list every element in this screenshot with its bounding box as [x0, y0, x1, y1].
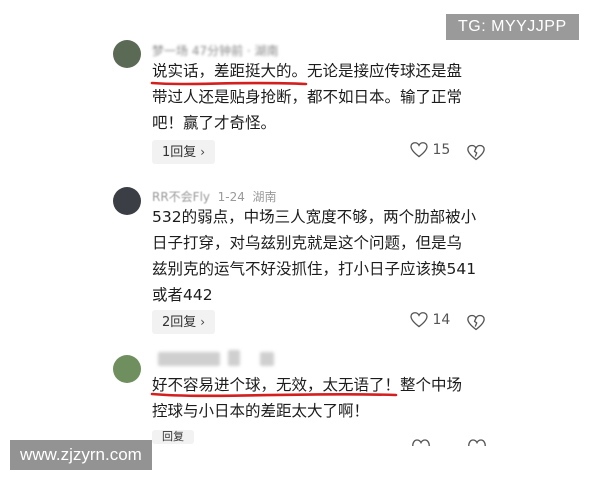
dislike-button[interactable]	[467, 142, 485, 161]
chevron-right-icon: ›	[200, 315, 206, 329]
like-button[interactable]: 15	[410, 142, 450, 158]
comment-line: 日子打穿，对乌兹别克就是这个问题，但是乌	[152, 234, 463, 252]
heart-icon[interactable]	[412, 434, 430, 453]
avatar[interactable]	[113, 40, 141, 68]
avatar[interactable]	[113, 187, 141, 215]
watermark-top: TG: MYYJJPP	[446, 14, 579, 40]
replies-button[interactable]: 2回复 ›	[152, 310, 216, 334]
comment-body: 说实话，差距挺大的。无论是接应传球还是盘 带过人还是贴身抢断，都不如日本。输了正…	[152, 58, 462, 136]
highlight-underline	[150, 81, 308, 86]
like-button[interactable]: 14	[410, 312, 450, 328]
comment-line: 兹别克的运气不好没抓住，打小日子应该换541	[152, 260, 477, 278]
heart-icon	[410, 142, 428, 158]
like-count: 14	[432, 312, 451, 328]
comment-date: 1-24	[217, 190, 245, 204]
comment-line: 吧！赢了才奇怪。	[152, 114, 277, 132]
redacted-meta	[260, 352, 274, 366]
highlight-underline	[150, 392, 398, 398]
watermark-site: www.zjzyrn.com	[10, 440, 152, 470]
like-count: 15	[432, 142, 451, 158]
broken-heart-icon	[467, 144, 485, 161]
comment-line: 或者442	[152, 286, 213, 304]
comment-meta: 梦一场 47分钟前 · 湖南	[152, 44, 279, 58]
comment-meta: RR不会Fly 1-24 湖南	[152, 188, 277, 205]
username[interactable]: RR不会Fly	[152, 190, 210, 204]
dislike-button[interactable]	[467, 312, 485, 331]
comment-body: 532的弱点，中场三人宽度不够，两个肋部被小 日子打穿，对乌兹别克就是这个问题，…	[152, 204, 476, 308]
redacted-meta	[228, 350, 240, 366]
comment-location: 湖南	[252, 190, 277, 204]
avatar[interactable]	[113, 355, 141, 383]
chevron-right-icon: ›	[200, 145, 206, 159]
broken-heart-icon[interactable]	[468, 434, 486, 453]
redacted-username	[158, 352, 220, 366]
replies-button[interactable]: 1回复 ›	[152, 140, 216, 164]
replies-button[interactable]: 回复	[152, 430, 194, 444]
comment-line: 532的弱点，中场三人宽度不够，两个肋部被小	[152, 208, 477, 226]
heart-icon	[410, 312, 428, 328]
broken-heart-icon	[467, 314, 485, 331]
